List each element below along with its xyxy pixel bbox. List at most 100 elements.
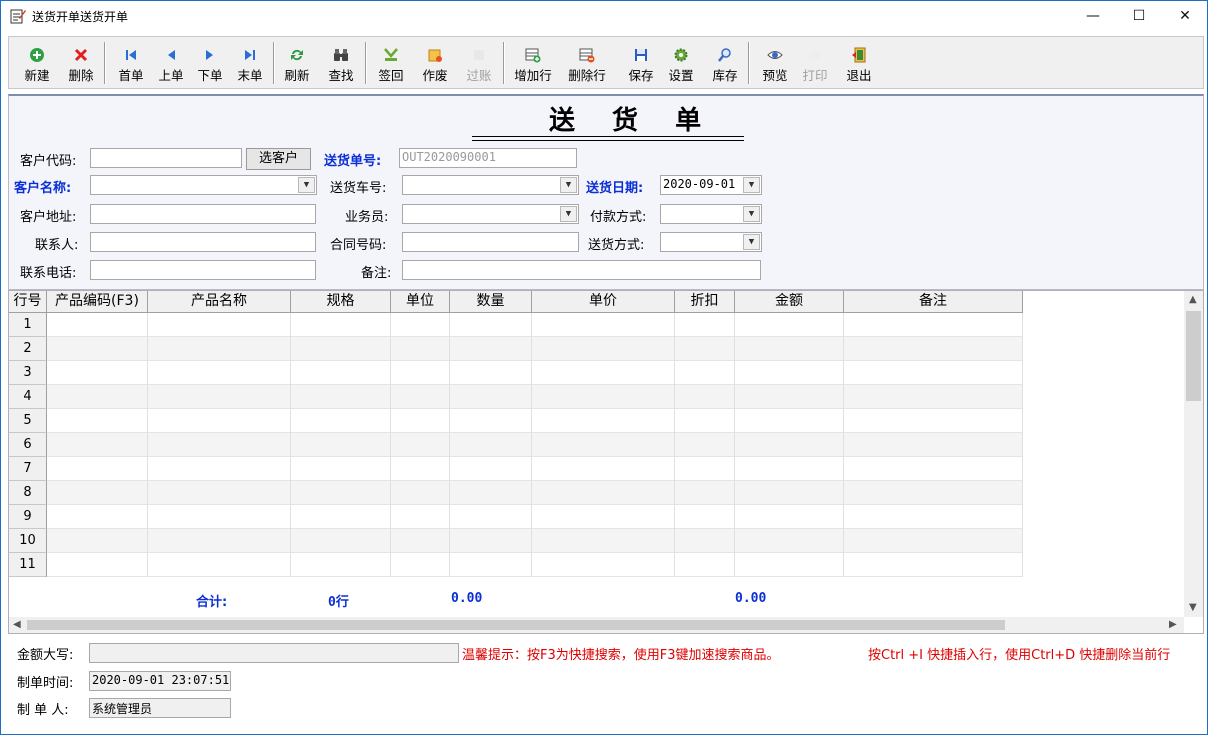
grid-cell[interactable] <box>148 337 291 361</box>
grid-cell[interactable] <box>148 433 291 457</box>
delete-button[interactable]: 删除 <box>61 41 101 85</box>
grid-cell[interactable] <box>291 433 391 457</box>
grid-cell[interactable] <box>675 313 735 337</box>
grid-cell[interactable] <box>450 457 532 481</box>
grid-cell[interactable] <box>675 457 735 481</box>
grid-cell[interactable] <box>291 361 391 385</box>
signback-button[interactable]: 签回 <box>371 41 411 85</box>
grid-cell[interactable] <box>532 457 675 481</box>
grid-cell[interactable] <box>291 385 391 409</box>
column-header[interactable]: 折扣 <box>675 291 735 313</box>
grid-cell[interactable] <box>532 361 675 385</box>
horizontal-scrollbar[interactable]: ◀ ▶ <box>9 617 1184 633</box>
grid-cell[interactable] <box>735 529 844 553</box>
grid-cell[interactable] <box>844 505 1023 529</box>
grid-cell[interactable] <box>532 433 675 457</box>
grid-cell[interactable] <box>532 529 675 553</box>
customer-name-combo[interactable]: ▼ <box>90 175 317 195</box>
grid-cell[interactable] <box>675 433 735 457</box>
grid-cell[interactable] <box>844 433 1023 457</box>
grid-cell[interactable] <box>675 505 735 529</box>
refresh-button[interactable]: 刷新 <box>277 41 317 85</box>
grid-cell[interactable] <box>148 553 291 577</box>
grid-cell[interactable] <box>735 553 844 577</box>
horizontal-scroll-thumb[interactable] <box>27 620 1005 630</box>
grid-cell[interactable] <box>735 337 844 361</box>
customer-address-input[interactable] <box>90 204 316 224</box>
chevron-down-icon[interactable]: ▼ <box>298 177 315 193</box>
grid-cell[interactable] <box>47 433 148 457</box>
grid-cell[interactable] <box>844 553 1023 577</box>
grid-cell[interactable] <box>450 481 532 505</box>
search-button[interactable]: 查找 <box>321 41 361 85</box>
phone-input[interactable] <box>90 260 316 280</box>
delivery-method-combo[interactable]: ▼ <box>660 232 762 252</box>
salesperson-combo[interactable]: ▼ <box>402 204 579 224</box>
row-number[interactable]: 11 <box>9 553 47 577</box>
grid-cell[interactable] <box>391 385 450 409</box>
column-header[interactable]: 行号 <box>9 291 47 313</box>
save-button[interactable]: 保存 <box>621 41 661 85</box>
grid-cell[interactable] <box>291 409 391 433</box>
column-header[interactable]: 规格 <box>291 291 391 313</box>
delete-row-button[interactable]: 删除行 <box>563 41 611 85</box>
inventory-button[interactable]: 库存 <box>705 41 745 85</box>
vertical-scroll-thumb[interactable] <box>1186 311 1201 401</box>
prev-record-button[interactable]: 上单 <box>151 41 191 85</box>
chevron-down-icon[interactable]: ▼ <box>743 177 760 193</box>
grid-cell[interactable] <box>291 553 391 577</box>
row-number[interactable]: 5 <box>9 409 47 433</box>
preview-button[interactable]: 预览 <box>755 41 795 85</box>
grid-cell[interactable] <box>532 337 675 361</box>
last-record-button[interactable]: 末单 <box>230 41 270 85</box>
grid-cell[interactable] <box>675 481 735 505</box>
grid-cell[interactable] <box>391 481 450 505</box>
grid-cell[interactable] <box>450 505 532 529</box>
grid-cell[interactable] <box>675 361 735 385</box>
grid-cell[interactable] <box>47 313 148 337</box>
grid-cell[interactable] <box>450 361 532 385</box>
grid-cell[interactable] <box>735 313 844 337</box>
grid-cell[interactable] <box>844 409 1023 433</box>
grid-cell[interactable] <box>148 385 291 409</box>
grid-cell[interactable] <box>675 385 735 409</box>
grid-cell[interactable] <box>450 385 532 409</box>
contract-no-input[interactable] <box>402 232 579 252</box>
grid-cell[interactable] <box>291 505 391 529</box>
delivery-no-input[interactable]: OUT2020090001 <box>399 148 577 168</box>
table-row[interactable]: 4 <box>9 385 1023 409</box>
chevron-down-icon[interactable]: ▼ <box>743 206 760 222</box>
grid-cell[interactable] <box>844 457 1023 481</box>
column-header[interactable]: 金额 <box>735 291 844 313</box>
row-number[interactable]: 2 <box>9 337 47 361</box>
row-number[interactable]: 6 <box>9 433 47 457</box>
grid-cell[interactable] <box>391 409 450 433</box>
grid-cell[interactable] <box>391 529 450 553</box>
table-row[interactable]: 3 <box>9 361 1023 385</box>
exit-button[interactable]: 退出 <box>839 41 879 85</box>
chevron-down-icon[interactable]: ▼ <box>560 177 577 193</box>
row-number[interactable]: 3 <box>9 361 47 385</box>
table-row[interactable]: 7 <box>9 457 1023 481</box>
grid-cell[interactable] <box>47 457 148 481</box>
table-row[interactable]: 1 <box>9 313 1023 337</box>
chevron-down-icon[interactable]: ▼ <box>560 206 577 222</box>
grid-cell[interactable] <box>47 361 148 385</box>
next-record-button[interactable]: 下单 <box>190 41 230 85</box>
grid-cell[interactable] <box>735 433 844 457</box>
column-header[interactable]: 单价 <box>532 291 675 313</box>
grid-cell[interactable] <box>844 313 1023 337</box>
grid-cell[interactable] <box>148 529 291 553</box>
column-header[interactable]: 产品编码(F3) <box>47 291 148 313</box>
grid-cell[interactable] <box>47 385 148 409</box>
customer-code-input[interactable] <box>90 148 242 168</box>
grid-cell[interactable] <box>148 481 291 505</box>
grid-cell[interactable] <box>450 529 532 553</box>
contact-input[interactable] <box>90 232 316 252</box>
row-number[interactable]: 1 <box>9 313 47 337</box>
grid-cell[interactable] <box>291 337 391 361</box>
table-row[interactable]: 11 <box>9 553 1023 577</box>
grid-cell[interactable] <box>675 529 735 553</box>
grid-cell[interactable] <box>391 361 450 385</box>
grid-cell[interactable] <box>735 409 844 433</box>
